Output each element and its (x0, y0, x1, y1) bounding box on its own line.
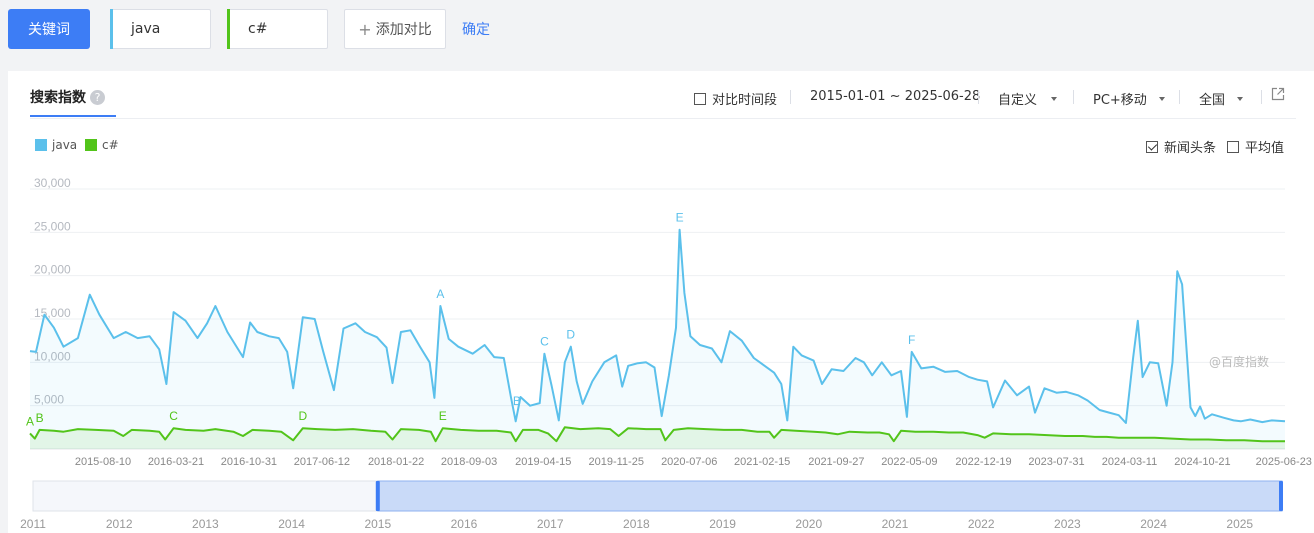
news-marker-csharp: E (439, 409, 447, 423)
y-tick-label: 20,000 (34, 263, 71, 277)
news-marker-java: A (436, 287, 444, 301)
x-tick-label: 2020-07-06 (661, 456, 717, 468)
navigator-year-label: 2016 (451, 517, 478, 531)
navigator-year-label: 2021 (882, 517, 909, 531)
navigator-year-label: 2022 (968, 517, 995, 531)
navigator-selection (377, 480, 1283, 512)
news-marker-java: E (676, 211, 684, 225)
news-marker-csharp: C (169, 409, 178, 423)
navigator-handle-right[interactable] (1279, 481, 1283, 511)
x-tick-label: 2016-10-31 (221, 456, 277, 468)
x-tick-label: 2024-03-11 (1102, 456, 1157, 468)
navigator-year-label: 2020 (795, 517, 822, 531)
navigator-year-label: 2011 (20, 517, 46, 531)
x-tick-label: 2022-05-09 (881, 456, 937, 468)
navigator-year-label: 2023 (1054, 517, 1081, 531)
navigator-year-label: 2012 (106, 517, 133, 531)
x-tick-label: 2019-04-15 (515, 456, 571, 468)
news-marker-java: B (513, 394, 521, 408)
navigator-year-label: 2017 (537, 517, 564, 531)
x-tick-label: 2016-03-21 (148, 456, 204, 468)
y-tick-label: 15,000 (34, 306, 71, 320)
x-tick-label: 2025-06-23 (1256, 456, 1312, 468)
x-tick-label: 2019-11-25 (588, 456, 643, 468)
x-tick-label: 2021-09-27 (808, 456, 864, 468)
navigator-year-label: 2014 (278, 517, 305, 531)
navigator-handle-left[interactable] (375, 481, 380, 511)
navigator-year-label: 2015 (364, 517, 391, 531)
navigator-year-label: 2019 (709, 517, 736, 531)
news-marker-java: F (908, 333, 915, 347)
x-tick-label: 2018-09-03 (441, 456, 497, 468)
news-marker-java: D (566, 328, 575, 342)
x-tick-label: 2022-12-19 (955, 456, 1011, 468)
x-tick-label: 2015-08-10 (75, 456, 131, 468)
news-marker-csharp: D (298, 409, 307, 423)
x-tick-label: 2021-02-15 (734, 456, 790, 468)
series-area-java (30, 229, 1285, 449)
navigator-year-label: 2018 (623, 517, 650, 531)
navigator-year-label: 2024 (1140, 517, 1167, 531)
y-tick-label: 25,000 (34, 219, 71, 233)
navigator-year-label: 2025 (1226, 517, 1253, 531)
news-marker-csharp: A (26, 414, 34, 428)
x-tick-label: 2024-10-21 (1174, 456, 1230, 468)
news-marker-java: C (540, 335, 549, 349)
x-tick-label: 2018-01-22 (368, 456, 424, 468)
x-tick-label: 2023-07-31 (1028, 456, 1084, 468)
y-tick-label: 30,000 (34, 176, 71, 190)
search-index-chart: 30,00025,00020,00015,00010,0005,000ABC DE… (20, 176, 1312, 531)
news-marker-csharp: B (36, 411, 44, 425)
navigator-year-label: 2013 (192, 517, 219, 531)
watermark: @百度指数 (1209, 355, 1270, 369)
x-tick-label: 2017-06-12 (294, 456, 350, 468)
